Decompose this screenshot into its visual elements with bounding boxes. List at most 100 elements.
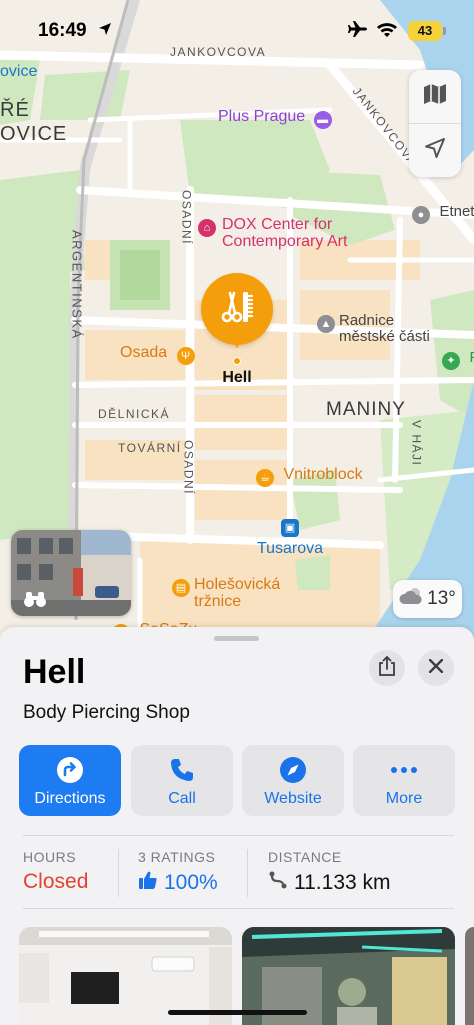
partly-cloudy-icon xyxy=(399,586,425,612)
poi-dox[interactable]: ⌂ DOX Center for Contemporary Art xyxy=(198,216,347,250)
poi-label: Osada xyxy=(120,344,168,361)
binoculars-icon xyxy=(23,590,47,613)
battery-icon: 43 xyxy=(408,21,442,41)
poi-label: P xyxy=(469,349,474,366)
home-indicator xyxy=(168,1010,307,1015)
directions-button[interactable]: Directions xyxy=(19,745,121,816)
location-arrow-icon xyxy=(98,22,112,41)
directions-icon xyxy=(56,756,84,784)
poi-etnet[interactable]: ● Etnet xyxy=(412,204,474,224)
poi-label: Radnice městské části xyxy=(339,312,430,345)
route-icon xyxy=(268,870,288,896)
poi-osada[interactable]: Osada Ψ xyxy=(120,344,200,365)
divider xyxy=(23,835,454,836)
street-label: JANKOVCOVA xyxy=(170,45,267,59)
district-label: OVICE xyxy=(0,123,68,145)
ratings-header: 3 RATINGS xyxy=(138,849,216,865)
ratings-row: 100% xyxy=(138,870,218,896)
poi-plus-prague[interactable]: Plus Prague ▬ xyxy=(218,108,337,129)
poi-label: Tusarova xyxy=(256,540,324,557)
distance-section: DISTANCE 11.133 km xyxy=(268,849,391,896)
poi-label: DOX Center for Contemporary Art xyxy=(222,216,348,250)
place-category: Body Piercing Shop xyxy=(23,702,190,723)
ratings-section[interactable]: 3 RATINGS 100% xyxy=(138,849,218,896)
district-label: MANINY xyxy=(326,399,406,420)
map-mode-icon xyxy=(423,83,447,110)
poi-partial-right[interactable]: ✦ P xyxy=(442,350,474,370)
divider xyxy=(23,908,454,909)
divider xyxy=(118,849,119,897)
hours-value: Closed xyxy=(23,870,89,893)
directions-label: Directions xyxy=(34,790,106,807)
airplane-icon xyxy=(346,20,368,43)
location-arrow-icon xyxy=(424,137,446,164)
street-label: V HÁJI xyxy=(409,420,424,467)
ratings-value: 100% xyxy=(164,871,218,894)
call-label: Call xyxy=(168,790,196,807)
wifi-icon xyxy=(376,21,398,43)
distance-header: DISTANCE xyxy=(268,849,342,865)
website-button[interactable]: Website xyxy=(242,745,344,816)
poi-label[interactable]: ovice xyxy=(0,63,37,81)
distance-value: 11.133 km xyxy=(294,871,391,894)
weather-badge: 13° xyxy=(393,580,462,618)
map-controls xyxy=(409,70,461,177)
status-time: 16:49 xyxy=(38,20,87,41)
market-icon: ▤ xyxy=(172,579,190,597)
more-label: More xyxy=(385,790,423,807)
battery-tip xyxy=(443,27,446,35)
share-button[interactable] xyxy=(369,650,405,686)
scissors-comb-icon xyxy=(217,287,257,332)
poi-radnice[interactable]: ▲ Radnice městské části xyxy=(317,313,430,344)
interior-photo xyxy=(465,927,474,1025)
sheet-grabber[interactable] xyxy=(214,636,259,641)
ellipsis-icon xyxy=(390,756,418,784)
close-icon xyxy=(428,658,444,678)
locate-me-button[interactable] xyxy=(409,124,461,177)
look-around-preview[interactable] xyxy=(11,530,131,616)
pin-location-dot xyxy=(233,357,241,365)
photo-thumbnail[interactable] xyxy=(465,927,474,1025)
share-icon xyxy=(379,655,395,681)
weather-temperature: 13° xyxy=(427,588,456,609)
place-name: Hell xyxy=(23,653,86,691)
poi-label: Holešovická tržnice xyxy=(194,576,281,610)
street-label: OSADNÍ xyxy=(181,440,196,496)
call-button[interactable]: Call xyxy=(131,745,233,816)
street-label: ARGENTINSKÁ xyxy=(69,230,85,340)
selected-place-pin[interactable] xyxy=(201,273,273,345)
pin-label: Hell xyxy=(222,369,252,386)
district-label: ŘÉ xyxy=(0,99,30,121)
pin-icon: ● xyxy=(412,206,430,224)
compass-icon xyxy=(279,756,307,784)
street-label: TOVÁRNÍ xyxy=(118,441,182,455)
divider xyxy=(247,849,248,897)
phone-icon xyxy=(169,756,195,784)
map-mode-button[interactable] xyxy=(409,70,461,123)
street-label: OSADNÍ xyxy=(179,190,194,246)
map-view[interactable]: 16:49 43 JANKOVCOVA JANKOVCOVA ARGENTINS… xyxy=(0,0,474,650)
poi-label: Plus Prague xyxy=(218,108,306,125)
townhall-icon: ▲ xyxy=(317,315,335,333)
poi-vnitroblock[interactable]: ☕ Vnitroblock xyxy=(256,466,363,487)
poi-label: Etnet xyxy=(439,203,474,220)
hours-section[interactable]: HOURS Closed xyxy=(23,849,88,894)
street-label: DĚLNICKÁ xyxy=(98,407,171,421)
hiking-icon: ✦ xyxy=(442,352,460,370)
close-button[interactable] xyxy=(418,650,454,686)
pin-tail xyxy=(231,339,243,348)
museum-icon: ⌂ xyxy=(198,219,216,237)
hours-header: HOURS xyxy=(23,849,77,865)
poi-holesovicka[interactable]: ▤ Holešovická tržnice xyxy=(172,576,280,610)
poi-tusarova[interactable]: ▣ Tusarova xyxy=(250,517,330,558)
restaurant-icon: Ψ xyxy=(176,347,195,365)
place-card: Hell Body Piercing Shop Directions Call … xyxy=(0,627,474,1025)
distance-row: 11.133 km xyxy=(268,870,391,896)
poi-label: Vnitroblock xyxy=(283,466,363,483)
more-button[interactable]: More xyxy=(353,745,455,816)
cafe-icon: ☕ xyxy=(256,469,274,487)
tram-icon: ▣ xyxy=(281,519,299,537)
bed-icon: ▬ xyxy=(313,111,332,129)
website-label: Website xyxy=(264,790,322,807)
thumbs-up-icon xyxy=(138,870,158,896)
